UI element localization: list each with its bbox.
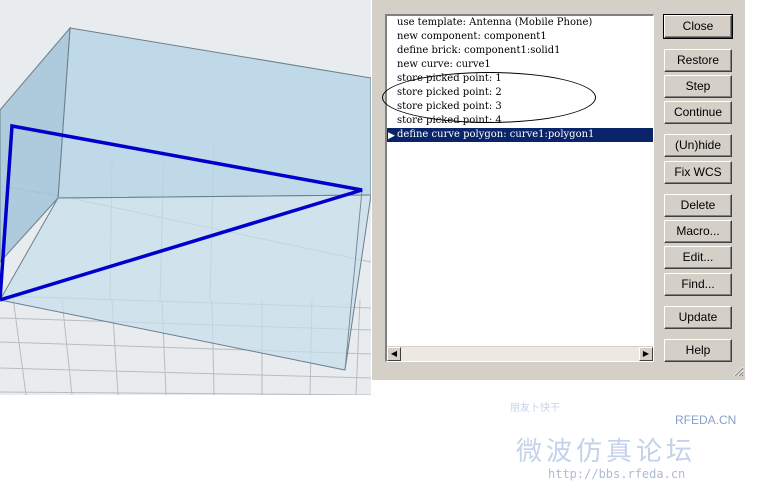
history-line[interactable]: new component: component1 — [387, 30, 653, 44]
3d-viewport[interactable] — [0, 0, 371, 395]
update-button[interactable]: Update — [664, 306, 732, 329]
brick-solid1 — [0, 26, 371, 371]
history-line[interactable]: new curve: curve1 — [387, 58, 653, 72]
resize-grip-icon[interactable] — [733, 366, 744, 377]
history-line[interactable]: store picked point: 2 — [387, 86, 653, 100]
history-lines: use template: Antenna (Mobile Phone) new… — [387, 16, 653, 142]
close-button[interactable]: Close — [663, 14, 733, 39]
restore-button[interactable]: Restore — [664, 49, 732, 72]
unhide-button[interactable]: (Un)hide — [664, 134, 732, 157]
watermark-brand: RFEDA.CN — [675, 413, 737, 427]
horizontal-scrollbar[interactable]: ◀ ▶ — [387, 346, 653, 361]
history-line[interactable]: use template: Antenna (Mobile Phone) — [387, 16, 653, 30]
watermark-top-text: 朋友卜快干 — [510, 403, 560, 414]
fix-wcs-button[interactable]: Fix WCS — [664, 161, 732, 184]
edit-button[interactable]: Edit... — [664, 246, 732, 269]
scroll-left-arrow-icon[interactable]: ◀ — [387, 347, 401, 361]
help-button[interactable]: Help — [664, 339, 732, 362]
viewport-scene — [0, 26, 371, 395]
delete-button[interactable]: Delete — [664, 194, 732, 217]
watermark-url: http://bbs.rfeda.cn — [548, 467, 686, 481]
history-line-selected[interactable]: ▶ define curve polygon: curve1:polygon1 — [387, 128, 653, 142]
current-step-marker-icon: ▶ — [388, 131, 395, 141]
find-button[interactable]: Find... — [664, 273, 732, 296]
history-line[interactable]: define brick: component1:solid1 — [387, 44, 653, 58]
watermark-title: 微波仿真论坛 — [516, 437, 697, 467]
continue-button[interactable]: Continue — [664, 101, 732, 124]
history-log-list[interactable]: use template: Antenna (Mobile Phone) new… — [385, 14, 654, 362]
history-line[interactable]: store picked point: 3 — [387, 100, 653, 114]
macro-button[interactable]: Macro... — [664, 220, 732, 243]
scroll-right-arrow-icon[interactable]: ▶ — [639, 347, 653, 361]
history-line[interactable]: store picked point: 4 — [387, 114, 653, 128]
forum-watermark: 朋友卜快干 RFEDA.CN 微波仿真论坛 http://bbs.rfeda.c… — [500, 397, 759, 490]
history-line-selected-text: define curve polygon: curve1:polygon1 — [397, 129, 595, 140]
step-button[interactable]: Step — [664, 75, 732, 98]
history-line[interactable]: store picked point: 1 — [387, 72, 653, 86]
